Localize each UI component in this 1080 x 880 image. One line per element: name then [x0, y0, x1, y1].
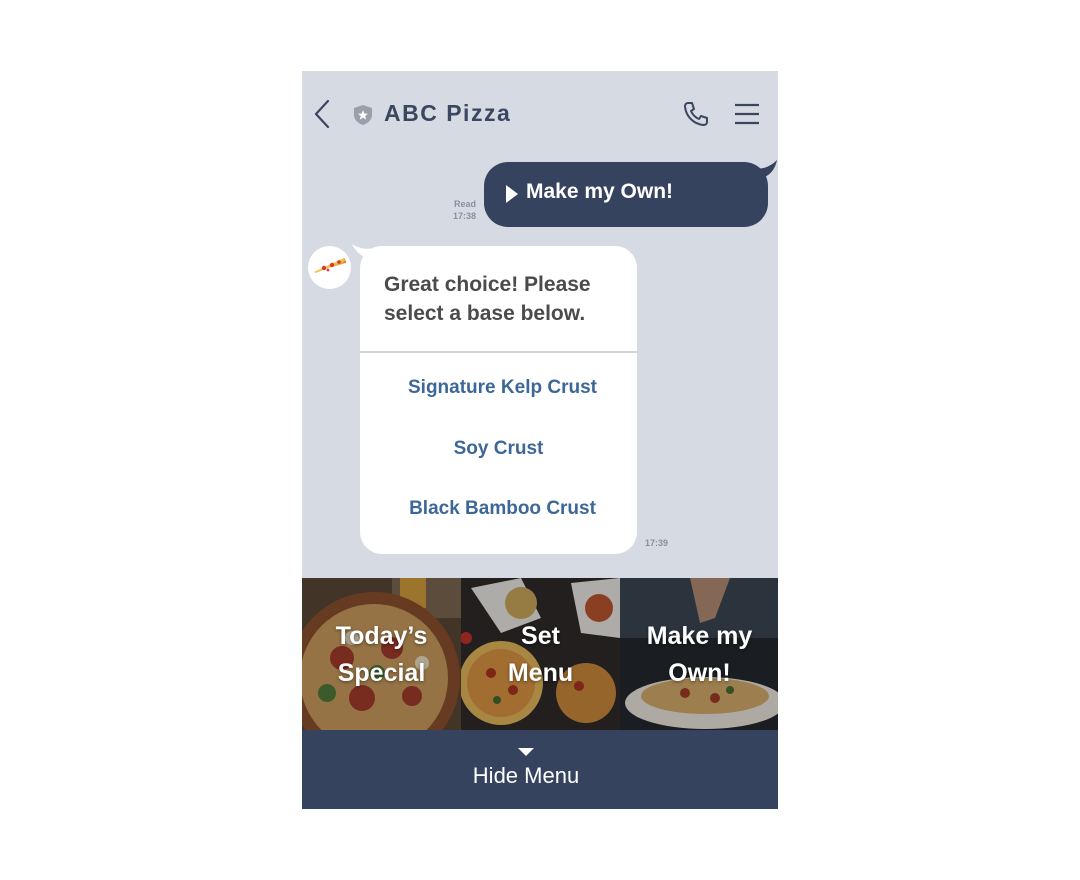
chat-header: ABC Pizza — [302, 71, 778, 157]
user-message-bubble[interactable]: Make my Own! — [484, 160, 777, 227]
play-icon — [506, 185, 518, 203]
user-message-text: Make my Own! — [526, 180, 674, 203]
option-signature-kelp-crust[interactable]: Signature Kelp Crust — [364, 377, 641, 399]
bubble-tail — [352, 244, 374, 260]
user-message-time: 17:38 — [452, 211, 476, 221]
menu-button[interactable] — [734, 102, 760, 126]
pizza-slice-icon — [314, 258, 346, 273]
option-black-bamboo-crust[interactable]: Black Bamboo Crust — [364, 498, 641, 520]
bot-avatar[interactable] — [308, 246, 351, 289]
hide-menu-label: Hide Menu — [472, 763, 580, 788]
chevron-left-icon — [314, 99, 330, 129]
bot-message-text: Great choice! Please select a base below… — [384, 273, 591, 325]
call-button[interactable] — [682, 100, 710, 128]
back-button[interactable] — [312, 99, 336, 129]
phone-icon — [684, 102, 708, 126]
tile-label: Make my Own! — [646, 622, 753, 687]
read-receipt: Read 17:38 — [442, 198, 476, 222]
hamburger-menu-icon — [735, 103, 759, 125]
bubble-tail — [755, 160, 777, 180]
tile-label: Today’s Special — [335, 622, 428, 687]
menu-tile-todays-special[interactable]: Today’s Special — [302, 578, 461, 730]
read-label: Read — [453, 199, 476, 209]
divider — [360, 351, 637, 353]
chat-title: ABC Pizza — [384, 100, 512, 126]
caret-down-icon — [518, 748, 534, 756]
tile-label: Set Menu — [507, 622, 574, 687]
hide-menu-button[interactable]: Hide Menu — [302, 730, 778, 809]
chat-screen: ABC Pizza Read 17:38 Make my Own! Great … — [302, 71, 778, 809]
option-soy-crust[interactable]: Soy Crust — [360, 438, 637, 460]
menu-tile-make-my-own[interactable]: Make my Own! — [620, 578, 778, 730]
menu-tile-set-menu[interactable]: Set Menu — [461, 578, 620, 730]
rich-menu: Today’s Special Set Menu Make my Own! — [302, 578, 778, 730]
shield-star-icon — [354, 105, 372, 125]
bot-message-bubble: Great choice! Please select a base below… — [352, 244, 637, 554]
bot-message-time: 17:39 — [645, 538, 669, 548]
